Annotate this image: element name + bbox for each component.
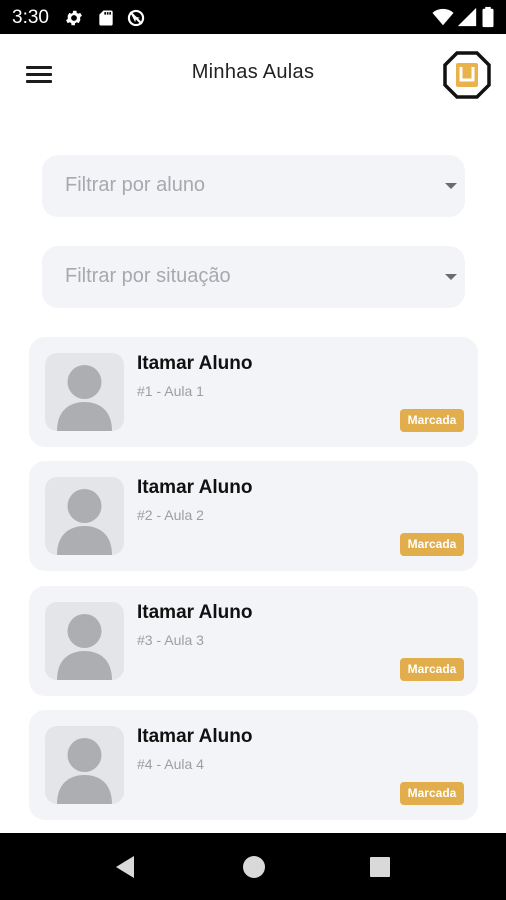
battery-icon: [482, 6, 494, 28]
student-name: Itamar Aluno: [137, 602, 253, 623]
gear-icon: [66, 10, 82, 26]
home-icon[interactable]: [240, 853, 268, 881]
status-badge: Marcada: [400, 409, 464, 432]
student-filter-placeholder: Filtrar por aluno: [65, 174, 206, 196]
octagon-logo-icon[interactable]: [442, 50, 492, 100]
lesson-card[interactable]: Itamar Aluno #3 - Aula 3 Marcada: [29, 586, 478, 696]
dropdown-caret-icon: [445, 183, 457, 189]
lesson-subtitle: #4 - Aula 4: [137, 756, 204, 772]
person-placeholder-icon: [57, 489, 112, 555]
avatar: [45, 726, 124, 804]
status-badge: Marcada: [400, 782, 464, 805]
status-badge: Marcada: [400, 533, 464, 556]
status-bar: 3:30: [0, 0, 506, 34]
avatar: [45, 353, 124, 431]
student-filter-select[interactable]: Filtrar por aluno: [42, 155, 465, 217]
lesson-card[interactable]: Itamar Aluno #1 - Aula 1 Marcada: [29, 337, 478, 447]
wifi-icon: [432, 8, 454, 26]
student-name: Itamar Aluno: [137, 353, 253, 374]
dropdown-caret-icon: [445, 274, 457, 280]
person-placeholder-icon: [57, 614, 112, 680]
sd-card-icon: [99, 10, 113, 26]
lesson-subtitle: #2 - Aula 2: [137, 507, 204, 523]
recents-icon[interactable]: [366, 853, 394, 881]
avatar: [45, 602, 124, 680]
student-name: Itamar Aluno: [137, 726, 253, 747]
signal-icon: [457, 7, 477, 27]
avatar: [45, 477, 124, 555]
status-filter-select[interactable]: Filtrar por situação: [42, 246, 465, 308]
person-placeholder-icon: [57, 738, 112, 804]
lesson-card[interactable]: Itamar Aluno #2 - Aula 2 Marcada: [29, 461, 478, 571]
lesson-subtitle: #1 - Aula 1: [137, 383, 204, 399]
system-nav-bar: [0, 833, 506, 900]
status-filter-placeholder: Filtrar por situação: [65, 265, 231, 287]
lesson-card[interactable]: Itamar Aluno #4 - Aula 4 Marcada: [29, 710, 478, 820]
no-location-icon: [127, 9, 145, 27]
status-time: 3:30: [12, 7, 49, 28]
page-title: Minhas Aulas: [191, 61, 315, 83]
student-name: Itamar Aluno: [137, 477, 253, 498]
app-bar: Minhas Aulas: [0, 34, 506, 114]
back-icon[interactable]: [112, 853, 140, 881]
lesson-subtitle: #3 - Aula 3: [137, 632, 204, 648]
status-badge: Marcada: [400, 658, 464, 681]
person-placeholder-icon: [57, 365, 112, 431]
